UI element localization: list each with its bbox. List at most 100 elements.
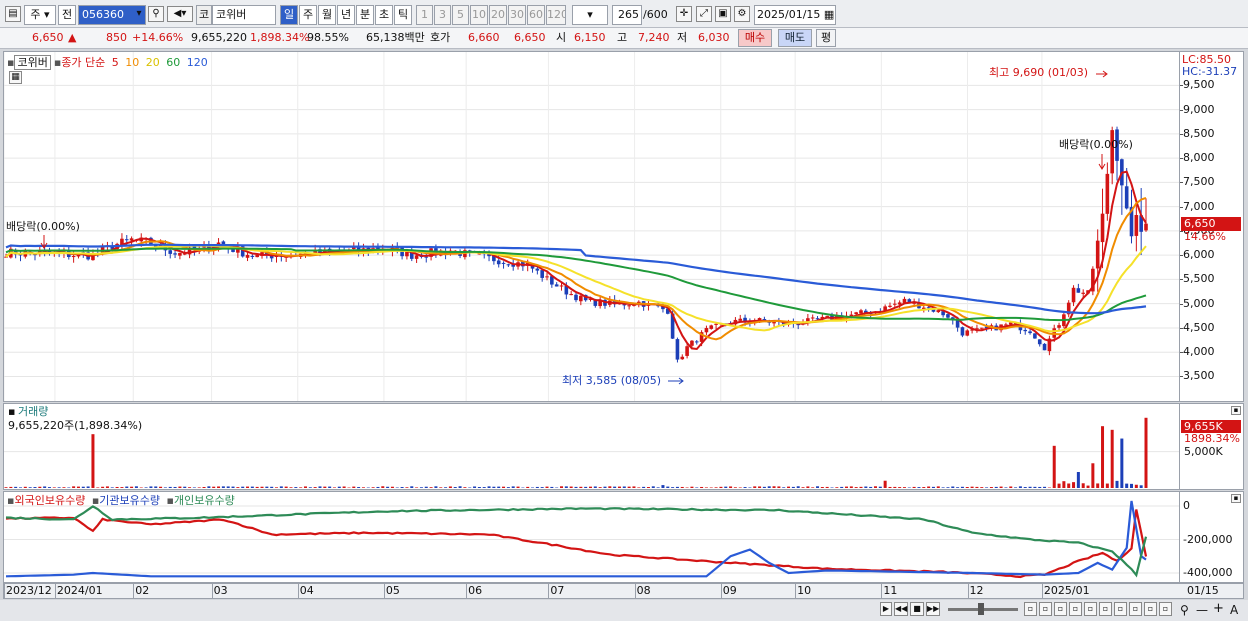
zoom-search-icon[interactable]: ⚲ [1180,603,1189,617]
stop-icon[interactable]: ■ [910,602,924,616]
custom-interval-select[interactable]: ▾ [572,5,608,25]
erase-icon[interactable]: ▫ [1084,602,1097,616]
font-size-icon[interactable]: A [1230,603,1238,617]
chevron-down-icon[interactable]: ▾ [133,7,145,23]
low-label: 저 [677,31,688,44]
volume-bar [632,486,636,488]
dividend-annotation-1: 배당락(0.00%) [6,220,80,233]
volume-bar [854,487,858,488]
interval-tab-4[interactable]: 20 [489,5,507,25]
period-tab-4[interactable]: 분 [356,5,374,25]
market-select[interactable]: 주 ▾ [24,5,56,25]
volume-bar [617,486,621,488]
investor-pane[interactable]: ▪외국인보유수량 ▪기관보유수량 ▪개인보유수량 [3,491,1180,583]
interval-tab-7[interactable]: 120 [546,5,566,25]
price-tick-label: 3,500 [1183,369,1215,383]
ruler-icon[interactable]: ▫ [1039,602,1052,616]
magnifier-icon[interactable]: ⤢ [696,6,712,22]
table-icon[interactable]: ▦ [9,71,22,84]
period-tab-3[interactable]: 년 [337,5,355,25]
volume-bar [410,486,414,488]
volume-bar [931,486,935,488]
interval-tab-1[interactable]: 3 [434,5,451,25]
grid-icon[interactable]: ▫ [1129,602,1142,616]
price-tick-mark [1180,109,1183,111]
volume-bar [917,487,921,488]
interval-tab-6[interactable]: 60 [527,5,545,25]
volume-bar [506,487,510,488]
volume-bar [246,486,250,488]
price-pane[interactable]: ▪ 코위버 ▪종가 단순 5 10 20 60 120 ▦ 배당락(0.00%) 배… [3,51,1180,402]
candle-body [1076,288,1081,293]
rewind-icon[interactable]: ◀◀ [894,602,908,616]
volume-bar [743,487,747,488]
stock-name-field[interactable]: 코위버 [212,5,276,25]
candle-body [627,305,631,307]
fast-forward-icon[interactable]: ▶▶ [926,602,940,616]
price-tick-mark [1180,376,1183,378]
candle-body [1037,339,1042,345]
prev-button[interactable]: 전 [58,5,76,25]
box-tool-icon[interactable]: ▫ [1054,602,1067,616]
volume-bar [159,486,163,488]
candle-body [579,295,583,302]
volume-bar [985,487,989,488]
chart-settings-icon[interactable]: ▤ [5,6,21,22]
volume-pane[interactable]: ▪ 거래량 9,655,220주(1,898.34%) [3,403,1180,490]
volume-bar [564,486,568,488]
volume-bar [241,486,245,488]
gear-icon[interactable]: ⚙ [734,6,750,22]
volume-bar [371,487,375,488]
buy-button[interactable]: 매수 [738,29,772,47]
zoom-slider-handle[interactable] [978,603,984,615]
zoom-out-icon[interactable]: — [1196,603,1208,617]
investor-line-foreign [5,509,1148,579]
maximize-icon[interactable]: ▪ [1231,406,1241,415]
line-tool-icon[interactable]: ▫ [1024,602,1037,616]
count-input[interactable]: 265 [612,5,642,25]
sell-button[interactable]: 매도 [778,29,812,47]
speaker-icon[interactable]: ◀▾ [167,6,193,22]
volume-bar [637,487,641,488]
save-icon[interactable]: ▣ [715,6,731,22]
period-tab-2[interactable]: 월 [318,5,336,25]
layers-icon[interactable]: ▫ [1159,602,1172,616]
date-input[interactable]: 2025/01/15 ▦ [754,5,836,25]
text-tool-icon[interactable]: ▫ [1069,602,1082,616]
volume-bar [130,486,134,488]
volume-bar [627,486,631,488]
pencil-icon[interactable]: ▫ [1099,602,1112,616]
volume-bar [560,486,564,488]
period-tab-6[interactable]: 틱 [394,5,412,25]
eval-button[interactable]: 평 [816,29,836,47]
volume-bar [1023,487,1027,488]
search-icon[interactable]: ⚲ [148,6,164,22]
price-tick-label: 5,500 [1183,272,1215,286]
volume-bar [695,487,699,488]
period-tab-5[interactable]: 초 [375,5,393,25]
high-annotation: 최고 9,690 (01/03) [989,66,1089,79]
period-tab-0[interactable]: 일 [280,5,298,25]
interval-tab-2[interactable]: 5 [452,5,469,25]
candle-body [1008,322,1013,325]
candle-body [1042,343,1047,351]
zoom-in-icon[interactable]: + [1213,602,1224,616]
crosshair-icon[interactable]: ✛ [676,6,692,22]
current-price: 6,650 [32,31,64,44]
calendar-icon[interactable]: ▦ [824,8,834,21]
legend-square-icon: ▪ [166,494,174,507]
interval-tab-0[interactable]: 1 [416,5,433,25]
magnet-icon[interactable]: ▫ [1114,602,1127,616]
candle-body [810,317,815,319]
volume-bar [217,486,221,488]
ruler-icon[interactable]: ▫ [1144,602,1157,616]
scroll-right-icon[interactable]: ▶ [880,602,892,616]
period-tab-1[interactable]: 주 [299,5,317,25]
interval-tab-5[interactable]: 30 [508,5,526,25]
volume-bar [936,486,940,488]
price-tick-label: 9,500 [1183,78,1215,92]
date-label: 2023/12 [6,584,52,597]
date-tick [967,584,969,598]
interval-tab-3[interactable]: 10 [470,5,488,25]
date-label: 04 [299,584,314,597]
